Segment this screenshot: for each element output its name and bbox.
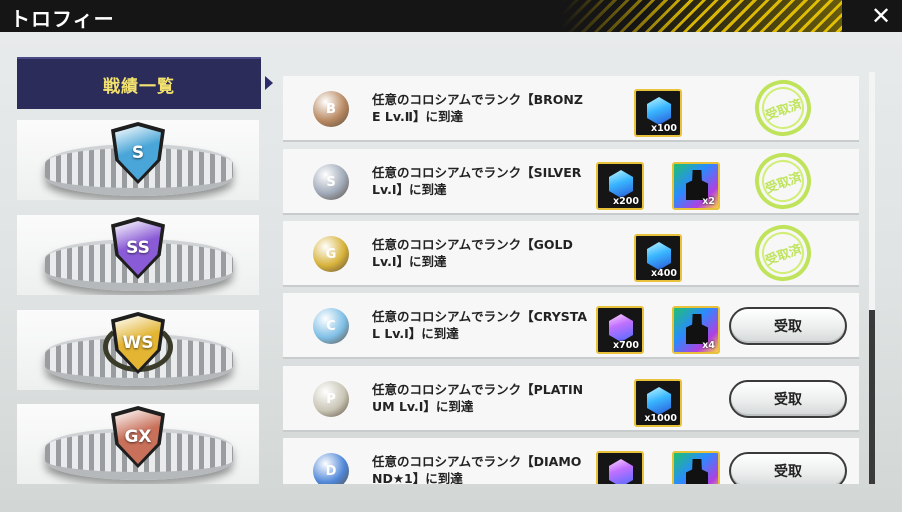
trophy-list[interactable]: B 任意のコロシアムでランク【BRONZ E Lv.Ⅱ】に到達 x100 受取済 S 任意… [283, 72, 861, 484]
reward-quantity: x100 [651, 123, 677, 134]
trophy-row: C 任意のコロシアムでランク【CRYSTA L Lv.Ⅰ】に到達 x700 x4 受取 [283, 293, 859, 359]
player-silhouette-icon [686, 459, 708, 484]
tab-record-list[interactable]: 戦績一覧 [17, 57, 261, 109]
trophy-description: 任意のコロシアムでランク【BRONZ E Lv.Ⅱ】に到達 [372, 92, 583, 124]
active-tab-arrow-icon [265, 76, 273, 90]
trophy-description: 任意のコロシアムでランク【GOLD Lv.Ⅰ】に到達 [372, 237, 573, 269]
rank-badge-letter: S [313, 164, 349, 200]
player-reward-icon: x2 [672, 162, 720, 210]
rank-badge-icon: P [309, 379, 353, 419]
reward-quantity: x700 [613, 340, 639, 351]
rank-badge-letter: C [313, 308, 349, 344]
trophy-row: G 任意のコロシアムでランク【GOLD Lv.Ⅰ】に到達 x400 受取済 [283, 217, 859, 289]
rank-badge-icon: S [309, 162, 353, 202]
reward-quantity: x1000 [644, 413, 677, 424]
reward-quantity: x200 [613, 196, 639, 207]
rank-badge-letter: G [313, 236, 349, 272]
gem-icon [647, 97, 671, 125]
rank-badge-letter: P [313, 381, 349, 417]
trophy-row: B 任意のコロシアムでランク【BRONZ E Lv.Ⅱ】に到達 x100 受取済 [283, 72, 859, 144]
trophy-description: 任意のコロシアムでランク【DIAMO ND★1】に到達 [372, 454, 582, 484]
page-title: トロフィー [10, 7, 115, 31]
title-bar-glow-decoration [642, 0, 842, 32]
rank-badge-icon: C [309, 306, 353, 346]
claimed-stamp: 受取済 [747, 72, 819, 144]
gem-icon [609, 459, 633, 484]
rank-badge-letter: B [313, 91, 349, 127]
rank-badge-icon: D [309, 451, 353, 484]
gem-icon [647, 242, 671, 270]
rank-card[interactable]: GX [17, 404, 259, 484]
gem-icon [609, 170, 633, 198]
reward-quantity: x400 [651, 268, 677, 279]
rank-badge-icon: G [309, 234, 353, 274]
gem-reward-icon: x100 [634, 89, 682, 137]
rank-badge-letter: D [313, 453, 349, 484]
trophy-description: 任意のコロシアムでランク【SILVER Lv.Ⅰ】に到達 [372, 165, 582, 197]
rank-badge-icon: B [309, 89, 353, 129]
rank-card[interactable]: SS [17, 215, 259, 295]
claimed-stamp: 受取済 [747, 217, 819, 289]
rank-card[interactable]: WS [17, 310, 259, 390]
claim-button[interactable]: 受取 [729, 380, 847, 418]
claim-button[interactable]: 受取 [729, 307, 847, 345]
trophy-row: D 任意のコロシアムでランク【DIAMO ND★1】に到達 x1500 受取 [283, 438, 859, 484]
trophy-description: 任意のコロシアムでランク【CRYSTA L Lv.Ⅰ】に到達 [372, 309, 588, 341]
player-reward-icon [672, 451, 720, 484]
gem-reward-icon: x1500 [596, 451, 644, 484]
gem-reward-icon: x400 [634, 234, 682, 282]
claimed-stamp: 受取済 [747, 145, 819, 217]
trophy-row: P 任意のコロシアムでランク【PLATIN UM Lv.Ⅰ】に到達 x1000 受取 [283, 366, 859, 432]
trophy-description: 任意のコロシアムでランク【PLATIN UM Lv.Ⅰ】に到達 [372, 382, 584, 414]
gem-reward-icon: x200 [596, 162, 644, 210]
player-reward-icon: x4 [672, 306, 720, 354]
scrollbar-thumb[interactable] [869, 310, 875, 484]
gem-reward-icon: x700 [596, 306, 644, 354]
claim-button[interactable]: 受取 [729, 452, 847, 484]
trophy-row: S 任意のコロシアムでランク【SILVER Lv.Ⅰ】に到達 x200 x2 受取済 [283, 145, 859, 217]
rank-card[interactable]: S [17, 120, 259, 200]
close-icon[interactable]: ✕ [866, 1, 896, 31]
gem-reward-icon: x1000 [634, 379, 682, 427]
title-bar: トロフィー ✕ [0, 0, 902, 32]
reward-quantity: x2 [702, 196, 715, 207]
reward-quantity: x4 [702, 340, 715, 351]
gem-icon [609, 314, 633, 342]
gem-icon [647, 387, 671, 415]
